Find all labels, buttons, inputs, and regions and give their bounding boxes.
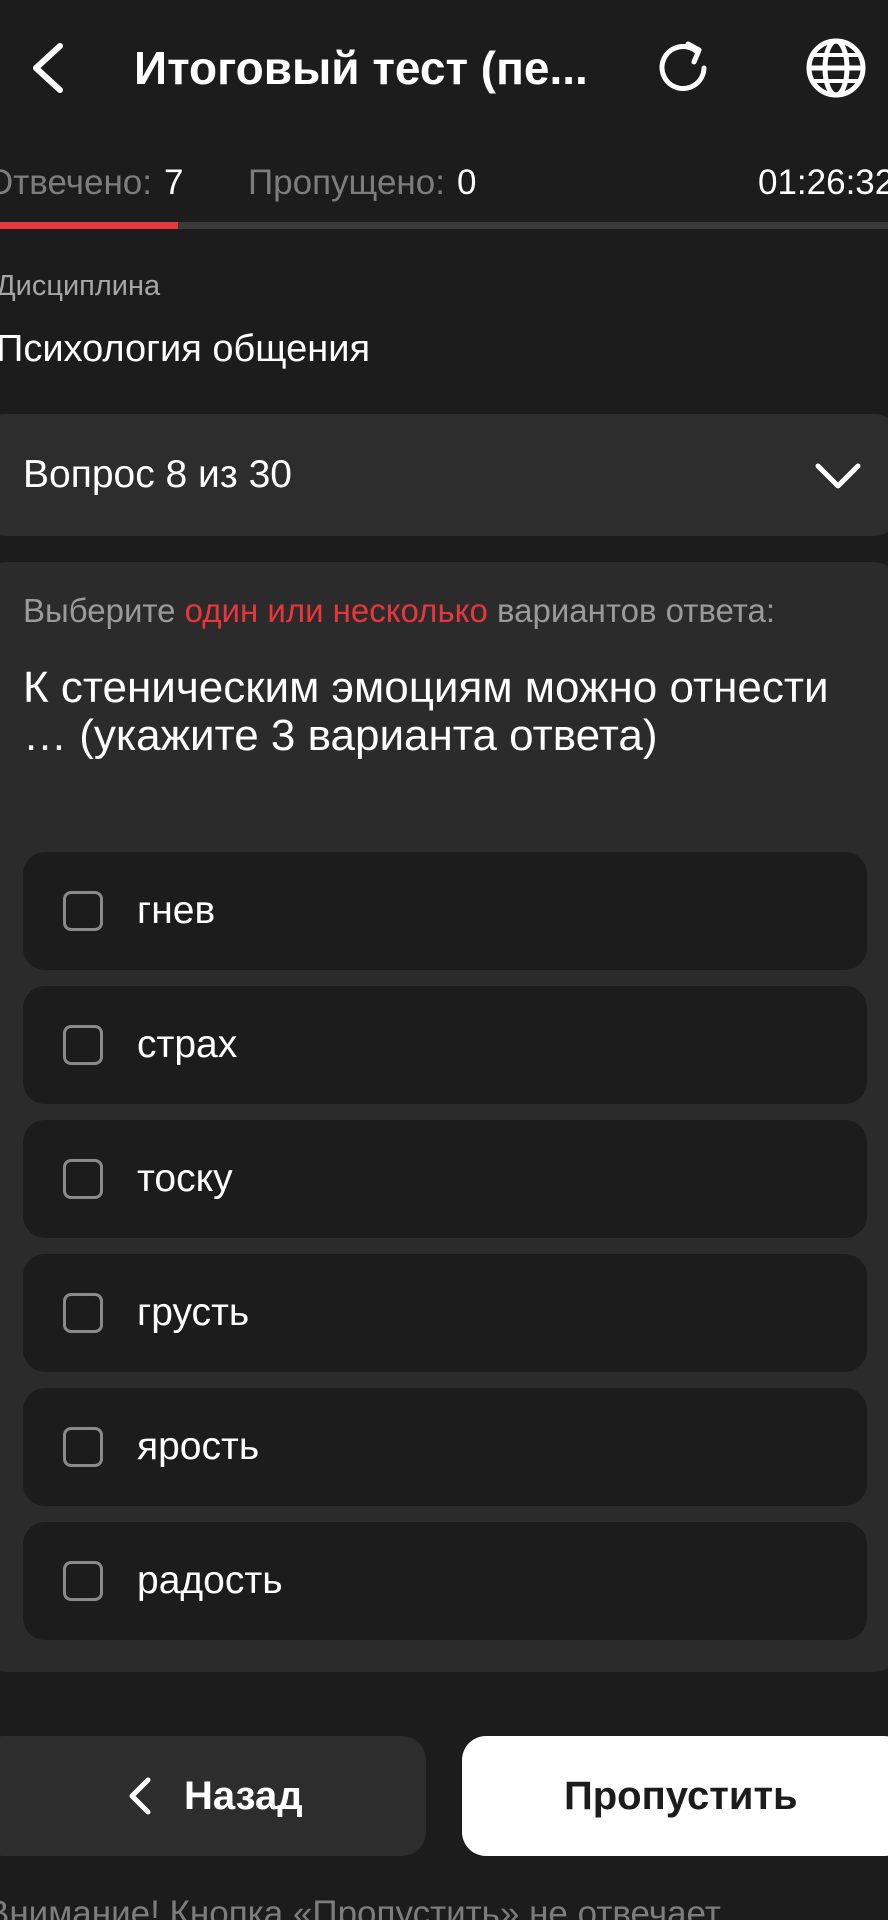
answered-stat: Отвечено: 7 [0, 158, 183, 208]
skip-button-label: Пропустить [564, 1774, 798, 1818]
answer-option[interactable]: гнев [23, 852, 867, 970]
checkbox[interactable] [63, 1293, 103, 1333]
answer-option[interactable]: ярость [23, 1388, 867, 1506]
checkbox[interactable] [63, 891, 103, 931]
answer-option-label: грусть [137, 1291, 250, 1334]
app-header: Итоговый тест (пе... [0, 0, 888, 140]
answer-option[interactable]: тоску [23, 1120, 867, 1238]
checkbox[interactable] [63, 1159, 103, 1199]
instruction-prefix: Выберите [23, 592, 176, 629]
refresh-icon[interactable] [652, 36, 716, 100]
chevron-left-icon [129, 1777, 151, 1815]
answer-option[interactable]: радость [23, 1522, 867, 1640]
answered-value: 7 [163, 163, 184, 202]
globe-icon[interactable] [804, 36, 868, 100]
answer-option-label: страх [137, 1023, 238, 1066]
instruction-suffix: вариантов ответа: [496, 592, 776, 629]
discipline-value: Психология общения [0, 328, 371, 370]
skipped-label: Пропущено: [248, 163, 445, 202]
answer-option-label: радость [137, 1559, 283, 1602]
skip-button[interactable]: Пропустить [462, 1736, 888, 1856]
checkbox[interactable] [63, 1561, 103, 1601]
answer-option[interactable]: страх [23, 986, 867, 1104]
chevron-down-icon [815, 463, 861, 489]
skipped-value: 0 [456, 163, 477, 202]
question-card: Выберите один или несколько вариантов от… [0, 562, 888, 1672]
answer-instruction: Выберите один или несколько вариантов от… [23, 588, 775, 634]
answered-label: Отвечено: [0, 163, 152, 202]
question-text: К стеническим эмоциям можно отнести … (у… [23, 663, 829, 760]
timer: 01:26:32 [758, 163, 888, 202]
skip-notice: Внимание! Кнопка «Пропустить» не отвечае… [0, 1894, 721, 1920]
test-stats: Отвечено: 7 Пропущено: 0 01:26:32 [0, 158, 888, 208]
page-title: Итоговый тест (пе... [134, 42, 588, 94]
answer-option-label: тоску [137, 1157, 233, 1200]
answer-option[interactable]: грусть [23, 1254, 867, 1372]
discipline-label: Дисциплина [0, 270, 161, 302]
checkbox[interactable] [63, 1025, 103, 1065]
answer-option-label: гнев [137, 889, 216, 932]
skipped-stat: Пропущено: 0 [248, 158, 476, 208]
instruction-highlight: один или несколько [184, 592, 488, 629]
question-number: Вопрос 8 из 30 [23, 453, 292, 496]
question-selector-dropdown[interactable]: Вопрос 8 из 30 [0, 414, 888, 536]
progress-fill [0, 222, 178, 229]
progress-bar [0, 222, 888, 229]
back-arrow-icon[interactable] [24, 36, 74, 100]
back-button[interactable]: Назад [0, 1736, 426, 1856]
checkbox[interactable] [63, 1427, 103, 1467]
answer-option-label: ярость [137, 1425, 260, 1468]
back-button-label: Назад [184, 1774, 303, 1818]
